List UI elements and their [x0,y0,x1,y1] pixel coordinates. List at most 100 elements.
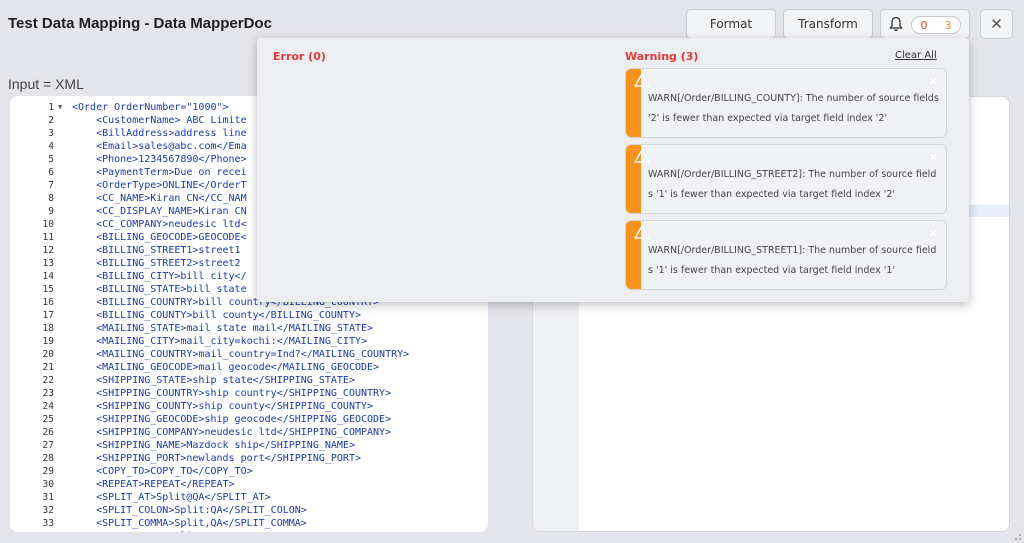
warning-card: ✖ WARN[/Order/BILLING_COUNTY]: The numbe… [625,68,947,138]
transform-button[interactable]: Transform [783,9,873,39]
code-line: 23 <SHIPPING_COUNTRY>ship country</SHIPP… [10,387,488,400]
line-number: 16 [42,297,54,308]
warning-message: WARN[/Order/BILLING_STREET2]: The number… [648,169,937,200]
line-number: 34 [10,530,54,532]
code-line: 20 <MAILING_COUNTRY>mail_country=Ind?</M… [10,348,488,361]
code-text: <SPLIT_AT>Split@QA</SPLIT_AT> [72,492,271,503]
notifications-popup: Error (0) Warning (3) Clear All ✖ WARN[/… [257,38,969,302]
line-number: 4 [48,141,54,152]
code-line: 29 <COPY_TO>COPY_TO</COPY_TO> [10,465,488,478]
code-line: 26 <SHIPPING_COMPANY>neudesic ltd</SHIPP… [10,426,488,439]
notification-counts: 0 3 [911,16,961,34]
line-number: 24 [42,401,54,412]
code-text: <Email>sales@abc.com</Ema [72,141,247,152]
code-text: <SHIPPING_PORT>newlands port</SHIPPING_P… [72,453,361,464]
code-line: 27 <SHIPPING_NAME>Mazdock ship</SHIPPING… [10,439,488,452]
line-number: 14 [42,271,54,282]
warning-triangle-icon [634,225,650,239]
line-number: 5 [48,154,54,165]
line-number: 33 [42,518,54,529]
code-line: 22 <SHIPPING_STATE>ship state</SHIPPING_… [10,374,488,387]
code-text: <BILLING_STATE>bill state [72,284,247,295]
line-number: 9 [48,206,54,217]
code-text: <MAILING_CITY>mail_city=kochi:</MAILING_… [72,336,368,347]
error-count: 0 [920,18,928,32]
fold-toggle-icon[interactable]: ▼ [58,101,62,114]
notifications-button[interactable]: 0 3 [880,9,970,39]
dismiss-icon[interactable]: ✖ [929,227,938,240]
line-number: 6 [48,167,54,178]
line-number: 7 [48,180,54,191]
code-text: <SHIPPING_COUNTY>ship county</SHIPPING_C… [72,401,374,412]
code-text: <CC_NAME>Kiran CN</CC_NAM [72,193,247,204]
code-line: 33 <SPLIT_COMMA>Split,QA</SPLIT_COMMA> [10,517,488,530]
line-number: 23 [42,388,54,399]
line-number: 30 [42,479,54,490]
code-line: 31 <SPLIT_AT>Split@QA</SPLIT_AT> [10,491,488,504]
code-text: <BILLING_GEOCODE>GEOCODE< [72,232,247,243]
input-format-label: Input = XML [8,76,84,92]
code-text: <PaymentTerm>Due on recei [72,167,247,178]
warning-card: ✖ WARN[/Order/BILLING_STREET1]: The numb… [625,220,947,290]
code-text: <BILLING_COUNTY>bill county</BILLING_COU… [72,310,361,321]
error-section-title: Error (0) [273,50,326,63]
line-number: 19 [42,336,54,347]
code-line: 18 <MAILING_STATE>mail state mail</MAILI… [10,322,488,335]
code-line: 30 <REPEAT>REPEAT</REPEAT> [10,478,488,491]
warning-message: WARN[/Order/BILLING_STREET1]: The number… [648,245,937,276]
line-number: 22 [42,375,54,386]
line-number: 2 [48,115,54,126]
line-number: 17 [42,310,54,321]
code-text: <SHIPPING_COMPANY>neudesic ltd</SHIPPING… [72,427,392,438]
line-number: 20 [42,349,54,360]
code-text: <SPLIT_DASH>Split-QA</SPLIT_DASH> [72,530,295,532]
code-text: <MAILING_COUNTRY>mail_country=Ind?</MAIL… [72,349,410,360]
warning-card: ✖ WARN[/Order/BILLING_STREET2]: The numb… [625,144,947,214]
code-line: 24 <SHIPPING_COUNTY>ship county</SHIPPIN… [10,400,488,413]
format-button[interactable]: Format [686,9,776,39]
code-text: <SHIPPING_STATE>ship state</SHIPPING_STA… [72,375,355,386]
code-text: <CC_DISPLAY_NAME>Kiran CN [72,206,247,217]
line-number: 21 [42,362,54,373]
code-text: <Phone>1234567890</Phone> [72,154,247,165]
line-number: 1 [48,102,54,113]
close-button[interactable]: ✕ [980,9,1013,39]
code-text: <SPLIT_COLON>Split:QA</SPLIT_COLON> [72,505,307,516]
bell-icon [889,16,903,32]
code-text: <SPLIT_COMMA>Split,QA</SPLIT_COMMA> [72,518,307,529]
code-text: <SHIPPING_NAME>Mazdock ship</SHIPPING_NA… [72,440,355,451]
line-number: 27 [42,440,54,451]
code-text: <Order OrderNumber="1000"> [72,102,229,113]
warning-triangle-icon [634,149,650,163]
code-line: 25 <SHIPPING_GEOCODE>ship geocode</SHIPP… [10,413,488,426]
code-line: 28 <SHIPPING_PORT>newlands port</SHIPPIN… [10,452,488,465]
line-number: 31 [42,492,54,503]
clear-all-link[interactable]: Clear All [895,50,937,61]
line-number: 26 [42,427,54,438]
code-text: <COPY_TO>COPY_TO</COPY_TO> [72,466,253,477]
page-title: Test Data Mapping - Data MapperDoc [8,15,272,32]
code-text: <BILLING_CITY>bill city</ [72,271,247,282]
code-text: <REPEAT>REPEAT</REPEAT> [72,479,235,490]
code-line: 19 <MAILING_CITY>mail_city=kochi:</MAILI… [10,335,488,348]
code-line: 34 <SPLIT_DASH>Split-QA</SPLIT_DASH> [10,530,488,532]
line-number: 25 [42,414,54,425]
warning-section-title: Warning (3) [625,50,699,63]
code-line: 17 <BILLING_COUNTY>bill county</BILLING_… [10,309,488,322]
code-text: <BILLING_STREET1>street1 [72,245,241,256]
code-text: <BillAddress>address line [72,128,247,139]
code-text: <MAILING_STATE>mail state mail</MAILING_… [72,323,374,334]
warning-triangle-icon [634,73,650,87]
dismiss-icon[interactable]: ✖ [929,75,938,88]
code-text: <SHIPPING_COUNTRY>ship country</SHIPPING… [72,388,392,399]
resize-handle-icon[interactable] [1012,531,1022,541]
line-number: 8 [48,193,54,204]
code-text: <CC_COMPANY>neudesic ltd< [72,219,247,230]
code-text: <CustomerName> ABC Limite [72,115,247,126]
warning-count: 3 [944,18,952,32]
dismiss-icon[interactable]: ✖ [929,151,938,164]
line-number: 11 [42,232,54,243]
warning-message: WARN[/Order/BILLING_COUNTY]: The number … [648,93,939,124]
line-number: 32 [42,505,54,516]
code-text: <BILLING_STREET2>street2 [72,258,241,269]
